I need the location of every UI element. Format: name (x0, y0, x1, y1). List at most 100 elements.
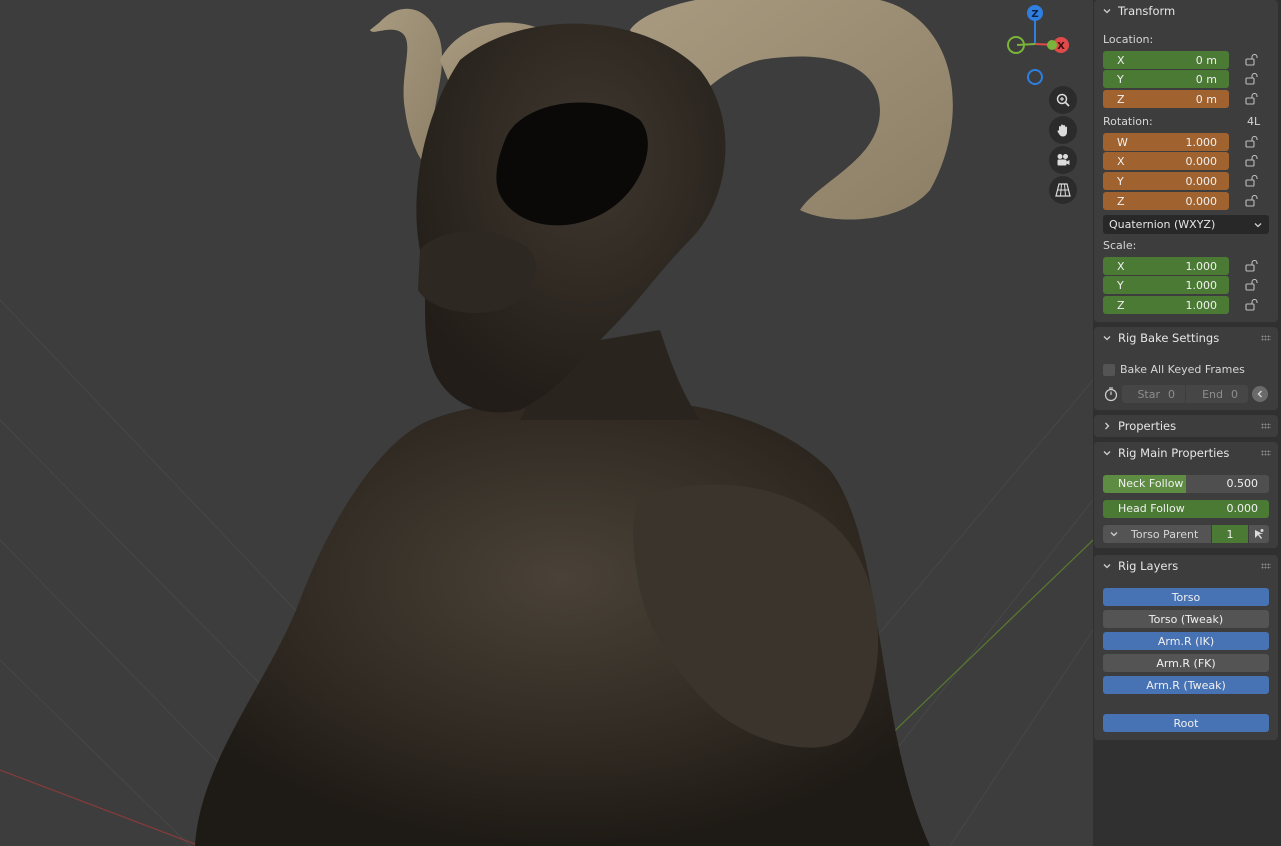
neck-follow-label: Neck Follow (1118, 477, 1184, 490)
sidebar-n-panel: Transform Location: X 0 m Y 0 m Z 0 m Rotat… (1093, 0, 1281, 846)
grid-perspective-icon[interactable] (1049, 176, 1077, 204)
layer-torso-button[interactable]: Torso (1103, 588, 1269, 606)
stopwatch-icon (1104, 387, 1118, 402)
rotation-y-value: 0.000 (1185, 174, 1218, 188)
rig-main-properties-panel: Rig Main Properties Neck Follow 0.500 He… (1094, 442, 1278, 548)
switch-parent-button[interactable] (1249, 525, 1269, 543)
transform-panel-header[interactable]: Transform (1094, 0, 1278, 22)
location-x-axis: X (1117, 53, 1125, 67)
lock-icon[interactable] (1245, 54, 1259, 66)
chevron-down-icon (1103, 9, 1111, 14)
location-y-axis: Y (1117, 72, 1124, 86)
location-z-axis: Z (1117, 92, 1125, 106)
layer-arm-r-ik-button[interactable]: Arm.R (IK) (1103, 632, 1269, 650)
end-frame-value: 0 (1231, 387, 1238, 401)
chevron-down-icon (1254, 222, 1262, 227)
rig-main-properties-header[interactable]: Rig Main Properties (1094, 442, 1278, 464)
rig-layers-header[interactable]: Rig Layers (1094, 555, 1278, 577)
drag-handle-icon[interactable] (1261, 335, 1271, 341)
camera-icon[interactable] (1049, 146, 1077, 174)
neck-follow-slider[interactable]: Neck Follow 0.500 (1103, 475, 1269, 493)
zoom-icon[interactable] (1049, 86, 1077, 114)
navigation-gizmo[interactable]: Z X (995, 2, 1075, 90)
gizmo-y-axis[interactable] (1047, 40, 1057, 50)
bone-switch-icon (1255, 529, 1264, 539)
rotation-x-value: 0.000 (1185, 154, 1218, 168)
checkbox-box[interactable] (1103, 363, 1115, 376)
head-follow-value: 0.000 (1226, 502, 1259, 515)
rotation-mode-badge[interactable]: 4L (1247, 115, 1260, 128)
lock-icon[interactable] (1245, 136, 1259, 148)
rotation-y-axis: Y (1117, 174, 1124, 188)
location-label: Location: (1103, 33, 1154, 46)
neck-follow-value: 0.500 (1226, 477, 1259, 490)
scale-y-axis: Y (1117, 278, 1124, 292)
head-follow-slider[interactable]: Head Follow 0.000 (1103, 500, 1269, 518)
transform-panel: Transform Location: X 0 m Y 0 m Z 0 m Rotat… (1094, 0, 1278, 322)
hand-pan-icon[interactable] (1049, 116, 1077, 144)
start-frame-field[interactable]: Star 0 (1122, 385, 1185, 403)
lock-icon[interactable] (1245, 195, 1259, 207)
scale-z-field[interactable]: Z 1.000 (1103, 296, 1229, 314)
bake-action-button[interactable] (1252, 386, 1268, 402)
rotation-w-value: 1.000 (1185, 135, 1218, 149)
layer-torso-tweak-button[interactable]: Torso (Tweak) (1103, 610, 1269, 628)
properties-header[interactable]: Properties (1094, 415, 1278, 437)
lock-icon[interactable] (1245, 279, 1259, 291)
rig-bake-settings-panel: Rig Bake Settings Bake All Keyed Frames … (1094, 327, 1278, 410)
gizmo-x-label: X (1057, 41, 1065, 52)
chevron-down-icon (1103, 564, 1111, 569)
bake-all-keyed-frames-checkbox[interactable]: Bake All Keyed Frames (1103, 363, 1245, 376)
scale-x-field[interactable]: X 1.000 (1103, 257, 1229, 275)
lock-icon[interactable] (1245, 175, 1259, 187)
gizmo-neg-z-axis[interactable] (1027, 69, 1043, 85)
rig-layers-title: Rig Layers (1118, 559, 1179, 573)
lock-icon[interactable] (1245, 93, 1259, 105)
chevron-down-icon (1103, 451, 1111, 456)
rotation-w-field[interactable]: W 1.000 (1103, 133, 1229, 151)
rotation-mode-value: Quaternion (WXYZ) (1109, 218, 1216, 231)
location-z-value: 0 m (1195, 92, 1217, 106)
torso-parent-value-field[interactable]: 1 (1212, 525, 1248, 543)
rig-bake-settings-header[interactable]: Rig Bake Settings (1094, 327, 1278, 349)
rotation-z-field[interactable]: Z 0.000 (1103, 192, 1229, 210)
rig-bake-settings-title: Rig Bake Settings (1118, 331, 1220, 345)
torso-parent-dropdown[interactable]: Torso Parent (1103, 525, 1211, 543)
lock-icon[interactable] (1245, 260, 1259, 272)
location-y-field[interactable]: Y 0 m (1103, 70, 1229, 88)
drag-handle-icon[interactable] (1261, 423, 1271, 429)
transform-title: Transform (1118, 4, 1176, 18)
3d-viewport[interactable]: Z X (0, 0, 1093, 846)
scale-z-axis: Z (1117, 298, 1125, 312)
properties-panel: Properties (1094, 415, 1278, 437)
drag-handle-icon[interactable] (1261, 450, 1271, 456)
rotation-mode-dropdown[interactable]: Quaternion (WXYZ) (1103, 215, 1269, 234)
layer-arm-r-fk-button[interactable]: Arm.R (FK) (1103, 654, 1269, 672)
scale-y-field[interactable]: Y 1.000 (1103, 276, 1229, 294)
rotation-z-value: 0.000 (1185, 194, 1218, 208)
rotation-label: Rotation: (1103, 115, 1153, 128)
scale-label: Scale: (1103, 239, 1137, 252)
location-z-field[interactable]: Z 0 m (1103, 90, 1229, 108)
chevron-down-icon (1103, 336, 1111, 341)
lock-icon[interactable] (1245, 299, 1259, 311)
layer-arm-r-ik-label: Arm.R (IK) (1157, 634, 1215, 648)
rotation-x-field[interactable]: X 0.000 (1103, 152, 1229, 170)
lock-icon[interactable] (1245, 73, 1259, 85)
scale-y-value: 1.000 (1185, 278, 1218, 292)
rotation-w-axis: W (1117, 135, 1128, 149)
chevron-down-icon (1110, 532, 1118, 537)
layer-arm-r-tweak-button[interactable]: Arm.R (Tweak) (1103, 676, 1269, 694)
rotation-y-field[interactable]: Y 0.000 (1103, 172, 1229, 190)
drag-handle-icon[interactable] (1261, 563, 1271, 569)
layer-arm-r-tweak-label: Arm.R (Tweak) (1146, 678, 1226, 692)
end-frame-field[interactable]: End 0 (1186, 385, 1248, 403)
chevron-right-icon (1105, 422, 1110, 430)
viewport-scene (0, 0, 1093, 846)
head-follow-label: Head Follow (1118, 502, 1185, 515)
layer-root-button[interactable]: Root (1103, 714, 1269, 732)
start-frame-label: Star (1137, 387, 1160, 401)
lock-icon[interactable] (1245, 155, 1259, 167)
chevron-left-icon (1257, 390, 1263, 398)
location-x-field[interactable]: X 0 m (1103, 51, 1229, 69)
